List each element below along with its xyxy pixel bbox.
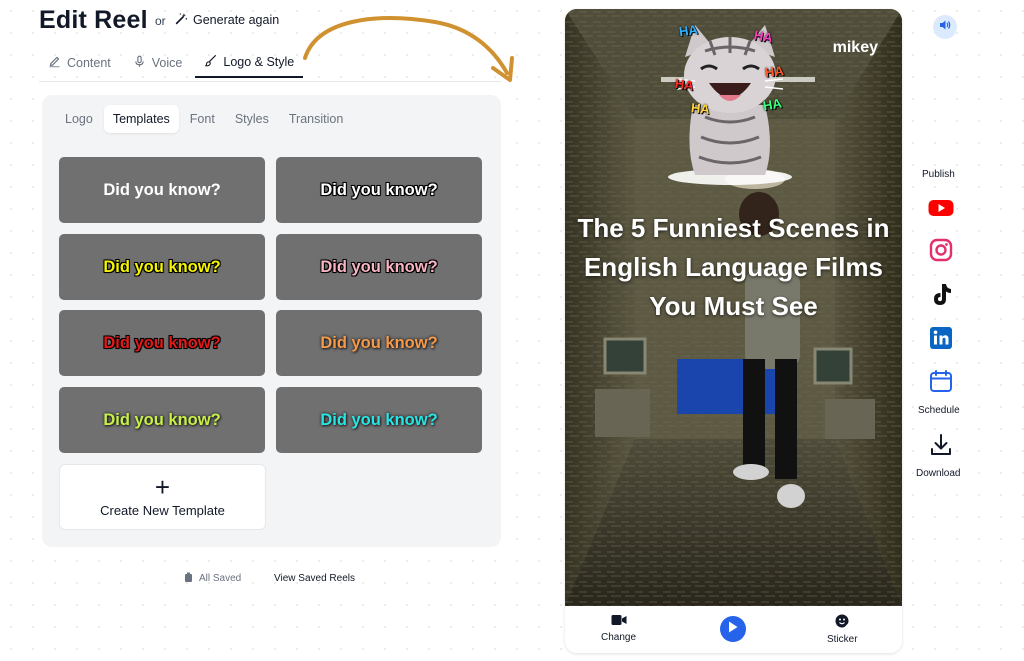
template-card[interactable]: Did you know? bbox=[59, 310, 265, 376]
change-label: Change bbox=[601, 632, 637, 643]
ha-sticker-text: HA bbox=[690, 100, 711, 117]
template-preview-text: Did you know? bbox=[320, 333, 438, 352]
microphone-icon bbox=[133, 55, 146, 71]
sound-toggle-button[interactable] bbox=[933, 15, 957, 39]
template-card[interactable]: Did you know? bbox=[59, 234, 265, 300]
subtab-font[interactable]: Font bbox=[181, 105, 224, 133]
download-button[interactable] bbox=[929, 433, 953, 462]
schedule-button[interactable] bbox=[929, 369, 953, 398]
template-card[interactable]: Did you know? bbox=[276, 157, 482, 223]
create-new-template-button[interactable]: + Create New Template bbox=[59, 464, 266, 530]
tab-logo-style[interactable]: Logo & Style bbox=[195, 48, 304, 78]
video-camera-icon bbox=[611, 614, 627, 629]
template-card[interactable]: Did you know? bbox=[276, 310, 482, 376]
saved-label: All Saved bbox=[199, 573, 242, 584]
ha-sticker-text: HA bbox=[678, 21, 699, 40]
tab-content-label: Content bbox=[67, 56, 111, 70]
subtab-templates[interactable]: Templates bbox=[103, 105, 179, 133]
change-button[interactable]: Change bbox=[601, 614, 636, 643]
play-icon bbox=[728, 620, 738, 638]
play-button[interactable] bbox=[720, 616, 746, 642]
template-preview-text: Did you know? bbox=[320, 180, 438, 199]
template-card[interactable]: Did you know? bbox=[59, 387, 265, 453]
sticker-button[interactable]: Sticker bbox=[827, 614, 858, 645]
save-status: All Saved bbox=[184, 572, 241, 585]
templates-panel: Logo Templates Font Styles Transition Di… bbox=[42, 95, 501, 547]
sub-tabs: Logo Templates Font Styles Transition bbox=[56, 105, 352, 133]
preview-bottom-bar: Change Sticker bbox=[565, 606, 902, 653]
instagram-icon bbox=[929, 238, 953, 266]
ha-sticker-text: HA bbox=[761, 95, 783, 114]
sticker-label: Sticker bbox=[827, 634, 858, 645]
schedule-label: Schedule bbox=[918, 405, 960, 416]
reel-preview: HA HA HA HA HA HA mikey The 5 Funniest S… bbox=[565, 9, 902, 653]
subtab-transition[interactable]: Transition bbox=[280, 105, 352, 133]
subtab-styles[interactable]: Styles bbox=[226, 105, 278, 133]
speaker-icon bbox=[939, 18, 951, 36]
template-preview-text: Did you know? bbox=[103, 257, 221, 276]
create-new-template-label: Create New Template bbox=[100, 502, 225, 518]
generate-again-label: Generate again bbox=[193, 13, 280, 27]
page-title: Edit Reel bbox=[39, 6, 148, 34]
subtab-logo[interactable]: Logo bbox=[56, 105, 102, 133]
instagram-publish-button[interactable] bbox=[929, 238, 953, 267]
or-text: or bbox=[155, 14, 166, 28]
template-preview-text: Did you know? bbox=[320, 410, 438, 429]
tiktok-publish-button[interactable] bbox=[929, 282, 953, 313]
publish-label: Publish bbox=[922, 169, 955, 180]
linkedin-publish-button[interactable] bbox=[929, 326, 953, 355]
ha-sticker-text: HA bbox=[674, 75, 695, 94]
reel-headline: The 5 Funniest Scenes in English Languag… bbox=[577, 213, 890, 321]
tab-voice-label: Voice bbox=[151, 56, 183, 70]
linkedin-icon bbox=[929, 327, 953, 354]
tab-logo-style-label: Logo & Style bbox=[223, 55, 295, 69]
template-card[interactable]: Did you know? bbox=[276, 234, 482, 300]
tab-content[interactable]: Content bbox=[39, 48, 120, 78]
download-icon bbox=[929, 434, 953, 461]
template-preview-text: Did you know? bbox=[103, 333, 221, 352]
plus-icon: + bbox=[154, 471, 171, 502]
template-preview-text: Did you know? bbox=[320, 257, 438, 276]
tab-voice[interactable]: Voice bbox=[124, 48, 192, 78]
download-label: Download bbox=[916, 468, 961, 479]
ha-sticker-text: HA bbox=[764, 63, 785, 80]
pencil-icon bbox=[48, 55, 61, 71]
view-saved-reels-link[interactable]: View Saved Reels bbox=[274, 573, 355, 584]
brush-icon bbox=[204, 54, 217, 70]
watermark-text: mikey bbox=[832, 39, 878, 56]
youtube-publish-button[interactable] bbox=[928, 197, 954, 224]
sticker-icon bbox=[835, 614, 849, 631]
reel-video-frame[interactable]: HA HA HA HA HA HA mikey The 5 Funniest S… bbox=[565, 9, 902, 606]
tiktok-icon bbox=[929, 284, 953, 312]
curved-arrow-icon bbox=[303, 16, 514, 82]
generate-again-button[interactable]: Generate again bbox=[175, 11, 279, 29]
template-card[interactable]: Did you know? bbox=[276, 387, 482, 453]
saved-icon bbox=[184, 572, 193, 585]
ha-sticker-text: HA bbox=[752, 27, 774, 46]
magic-wand-icon bbox=[175, 12, 188, 28]
calendar-icon bbox=[929, 370, 953, 397]
template-preview-text: Did you know? bbox=[103, 410, 221, 429]
template-preview-text: Did you know? bbox=[103, 180, 221, 199]
youtube-icon bbox=[928, 200, 954, 223]
template-card[interactable]: Did you know? bbox=[59, 157, 265, 223]
